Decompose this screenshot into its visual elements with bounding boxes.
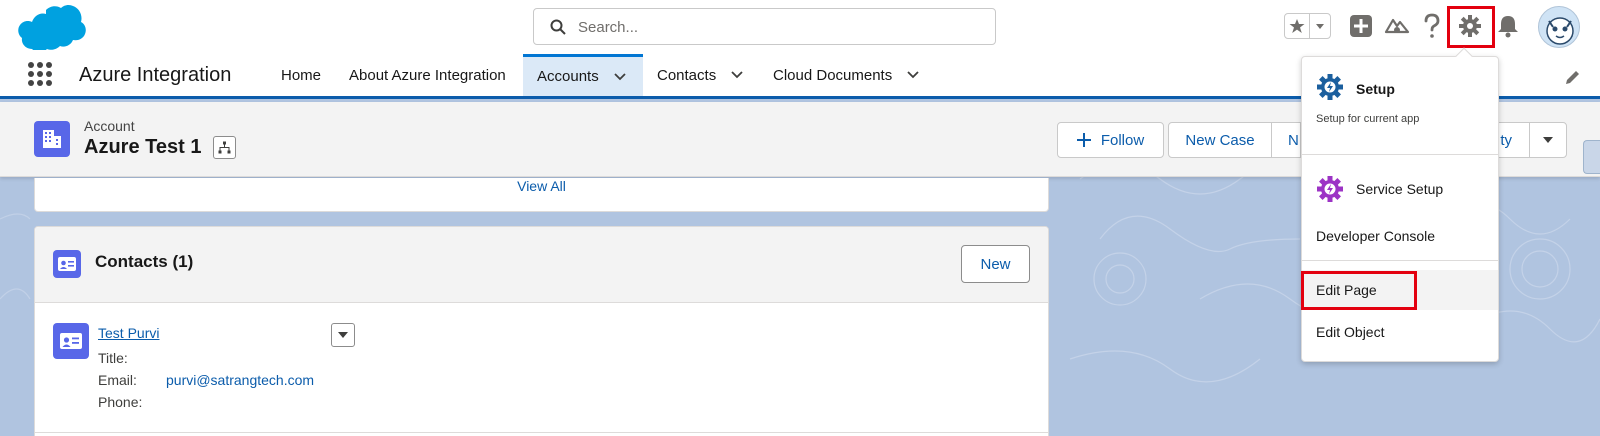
contact-card-icon xyxy=(53,250,81,278)
service-setup-label: Service Setup xyxy=(1356,181,1444,197)
contacts-related-list: Contacts (1) New Test Purvi Title: Email… xyxy=(34,226,1049,436)
trailhead-button[interactable] xyxy=(1383,12,1411,40)
phone-field-label: Phone: xyxy=(98,394,143,410)
setup-title: Setup xyxy=(1356,81,1395,97)
chevron-down-icon xyxy=(1543,137,1553,143)
trailhead-icon xyxy=(1384,18,1410,34)
contact-name-link[interactable]: Test Purvi xyxy=(98,325,159,341)
app-name: Azure Integration xyxy=(79,64,232,86)
nav-item-about[interactable]: About Azure Integration xyxy=(349,54,519,96)
developer-console-label: Developer Console xyxy=(1316,228,1436,244)
global-header: Search... xyxy=(0,0,1600,54)
menu-item-setup[interactable]: Setup Setup for current app xyxy=(1302,57,1498,152)
help-button[interactable] xyxy=(1418,12,1446,40)
nav-item-accounts[interactable]: Accounts xyxy=(523,54,643,96)
record-type-label: Account xyxy=(84,118,135,134)
app-launcher-icon[interactable] xyxy=(28,62,52,86)
help-icon xyxy=(1424,13,1440,38)
menu-divider xyxy=(1302,260,1498,261)
chevron-down-icon[interactable] xyxy=(613,70,627,84)
service-setup-gear-icon xyxy=(1317,176,1343,202)
related-list-footer: View All xyxy=(34,178,1049,212)
nav-item-label: Cloud Documents xyxy=(773,66,893,84)
hierarchy-icon xyxy=(218,141,231,154)
setup-button-highlight xyxy=(1447,6,1495,48)
nav-item-contacts[interactable]: Contacts xyxy=(657,54,757,96)
contact-record-icon xyxy=(53,323,89,359)
account-icon xyxy=(34,121,70,157)
plus-icon xyxy=(1076,133,1091,147)
follow-label: Follow xyxy=(1100,131,1145,149)
favorites-list-button[interactable] xyxy=(1310,14,1330,38)
view-all-link[interactable]: View All xyxy=(35,178,1048,194)
more-actions-button[interactable] xyxy=(1529,122,1567,158)
follow-button[interactable]: Follow xyxy=(1057,122,1164,158)
edit-object-label: Edit Object xyxy=(1316,324,1385,340)
nav-item-label: Accounts xyxy=(537,68,599,85)
chevron-down-icon xyxy=(338,332,348,338)
search-icon xyxy=(550,19,566,35)
action-partial-label: ty xyxy=(1500,131,1512,149)
list-item: Test Purvi Title: Email: purvi@satrangte… xyxy=(35,303,1048,433)
nav-item-label: Home xyxy=(281,66,322,84)
email-field-label: Email: xyxy=(98,372,137,388)
edit-page-highlight xyxy=(1301,271,1417,310)
nav-item-label: Contacts xyxy=(657,66,717,84)
new-case-label: New Case xyxy=(1185,131,1255,149)
nav-item-home[interactable]: Home xyxy=(281,54,333,96)
new-contact-label: New xyxy=(980,255,1011,273)
action-button-partial[interactable]: N xyxy=(1271,122,1301,158)
bell-icon xyxy=(1498,16,1518,38)
utility-side-tab[interactable] xyxy=(1583,140,1600,174)
chevron-down-icon xyxy=(1316,24,1325,29)
record-title: Azure Test 1 xyxy=(84,136,202,158)
new-case-button[interactable]: New Case xyxy=(1168,122,1272,158)
title-field-label: Title: xyxy=(98,350,128,366)
star-icon xyxy=(1289,19,1305,33)
search-placeholder: Search... xyxy=(578,19,639,36)
plus-icon xyxy=(1350,15,1372,37)
email-link[interactable]: purvi@satrangtech.com xyxy=(166,372,314,388)
view-hierarchy-button[interactable] xyxy=(213,136,236,159)
favorites-button-group xyxy=(1284,13,1331,39)
setup-dropdown-menu: Setup Setup for current app Service Setu… xyxy=(1301,47,1499,362)
new-contact-button[interactable]: New xyxy=(961,245,1030,283)
edit-nav-pencil-icon[interactable] xyxy=(1564,68,1582,86)
nav-item-label: About Azure Integration xyxy=(349,66,506,84)
contacts-card-header: Contacts (1) New xyxy=(35,227,1048,303)
menu-item-service-setup[interactable]: Service Setup xyxy=(1302,167,1498,211)
setup-gear-icon xyxy=(1317,74,1343,100)
chevron-down-icon[interactable] xyxy=(906,68,920,82)
astro-avatar-icon xyxy=(1546,17,1574,45)
contacts-card-title[interactable]: Contacts (1) xyxy=(95,252,193,272)
menu-item-developer-console[interactable]: Developer Console xyxy=(1302,216,1498,256)
chevron-down-icon[interactable] xyxy=(730,68,744,82)
notifications-button[interactable] xyxy=(1494,12,1522,40)
favorites-star-button[interactable] xyxy=(1285,14,1311,38)
nav-item-cloud-documents[interactable]: Cloud Documents xyxy=(773,54,933,96)
salesforce-cloud-logo[interactable] xyxy=(18,4,86,50)
user-avatar[interactable] xyxy=(1538,6,1580,48)
row-actions-button[interactable] xyxy=(331,323,355,347)
menu-divider xyxy=(1302,154,1498,155)
global-actions-button[interactable] xyxy=(1347,12,1375,40)
global-search[interactable]: Search... xyxy=(533,8,996,45)
menu-item-edit-object[interactable]: Edit Object xyxy=(1302,312,1498,352)
setup-subtitle: Setup for current app xyxy=(1316,113,1420,125)
action-partial-label: N xyxy=(1288,131,1299,149)
